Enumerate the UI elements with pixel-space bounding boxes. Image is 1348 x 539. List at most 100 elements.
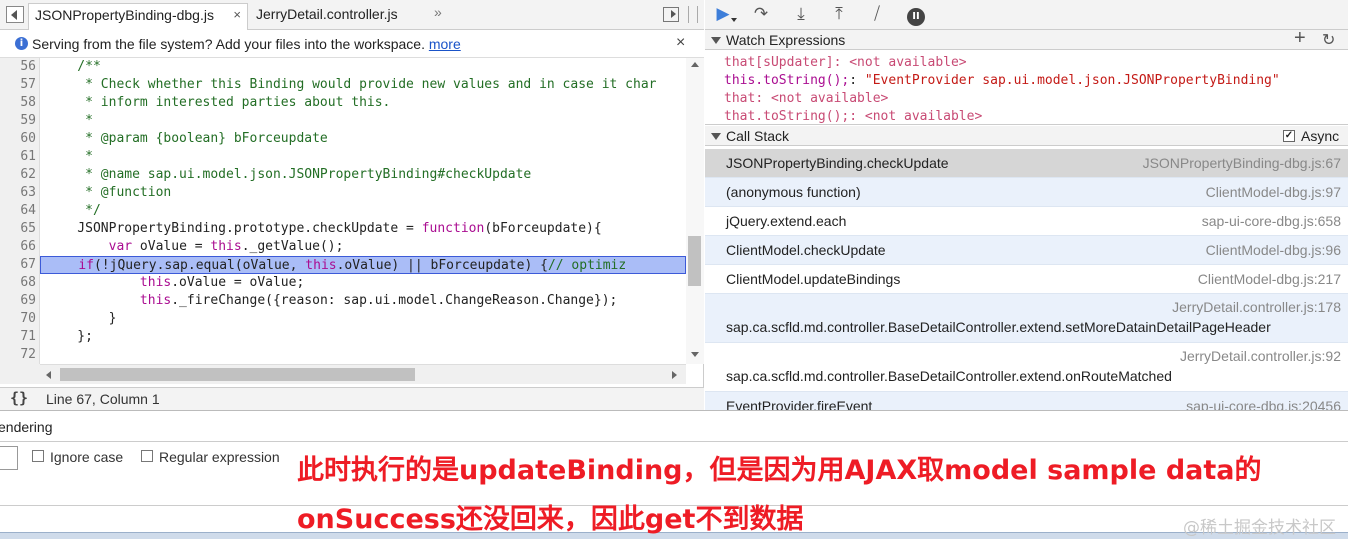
frame-source-link[interactable]: JerryDetail.controller.js:178 <box>1172 299 1341 315</box>
more-tabs-icon[interactable]: » <box>434 4 442 20</box>
code-line: }; <box>46 328 93 346</box>
line-number[interactable]: 67 <box>0 256 36 274</box>
watch-expression-row[interactable]: that[sUpdater]: <not available> <box>724 54 967 72</box>
call-stack-frame[interactable]: EventProvider.fireEvent sap-ui-core-dbg.j… <box>705 392 1348 410</box>
line-number[interactable]: 61 <box>0 148 36 166</box>
watch-expression-row[interactable]: that: <not available> <box>724 90 888 108</box>
line-number[interactable]: 66 <box>0 238 36 256</box>
watch-expressions-header[interactable]: Watch Expressions + ↻ <box>705 27 1348 50</box>
frame-source-link[interactable]: ClientModel-dbg.js:217 <box>1198 271 1341 287</box>
navigator-toggle-icon[interactable] <box>6 6 24 23</box>
code-token: * @name sap.ui.model.json.JSONPropertyBi… <box>46 167 532 182</box>
line-number-gutter[interactable]: 565758596061626364656667686970717273 <box>0 58 40 364</box>
code-token: .oValue = oValue; <box>171 275 305 290</box>
scroll-up-icon[interactable] <box>691 62 699 67</box>
call-stack-header[interactable]: Call Stack ✓ Async <box>705 126 1348 146</box>
frame-source-link[interactable]: sap-ui-core-dbg.js:658 <box>1202 213 1341 229</box>
async-checkbox[interactable]: ✓ <box>1283 130 1295 142</box>
code-token: /** <box>46 59 101 74</box>
close-icon[interactable]: × <box>676 34 685 52</box>
line-number[interactable]: 58 <box>0 94 36 112</box>
code-token: * inform interested parties about this. <box>46 95 391 110</box>
call-stack-frame[interactable]: ClientModel.checkUpdate ClientModel-dbg.j… <box>705 236 1348 265</box>
regex-label: Regular expression <box>159 449 280 465</box>
code-token: this <box>139 275 172 290</box>
add-watch-icon[interactable]: + <box>1294 27 1306 50</box>
frame-source-link[interactable]: ClientModel-dbg.js:97 <box>1206 184 1341 200</box>
gutter-filler <box>0 364 40 384</box>
pretty-print-icon[interactable]: {} <box>10 389 28 407</box>
line-number[interactable]: 71 <box>0 328 36 346</box>
call-stack-frame[interactable]: sap.ca.scfld.md.controller.BaseDetailCon… <box>705 343 1348 392</box>
expand-triangle-icon[interactable] <box>711 133 721 140</box>
call-stack-frame[interactable]: sap.ca.scfld.md.controller.BaseDetailCon… <box>705 294 1348 343</box>
regex-checkbox[interactable] <box>141 450 153 462</box>
tab-rendering[interactable]: endering <box>0 419 53 435</box>
frame-source-link[interactable]: JerryDetail.controller.js:92 <box>1180 348 1341 364</box>
call-stack-frame[interactable]: jQuery.extend.each sap-ui-core-dbg.js:658 <box>705 207 1348 236</box>
line-number[interactable]: 69 <box>0 292 36 310</box>
frame-source-link[interactable]: sap-ui-core-dbg.js:20456 <box>1186 398 1341 410</box>
scroll-thumb[interactable] <box>60 368 415 381</box>
editor-tab-bar: JSONPropertyBinding-dbg.js × JerryDetail… <box>0 0 704 30</box>
code-line: this._fireChange({reason: sap.ui.model.C… <box>46 292 617 310</box>
line-number[interactable]: 62 <box>0 166 36 184</box>
code-token: this <box>139 293 172 308</box>
tab-label: JerryDetail.controller.js <box>256 6 398 22</box>
watch-expression: that <box>724 91 756 106</box>
tab-jerrydetail-controller[interactable]: JerryDetail.controller.js <box>250 3 404 30</box>
expand-triangle-icon[interactable] <box>711 37 721 44</box>
line-number[interactable]: 63 <box>0 184 36 202</box>
line-number[interactable]: 65 <box>0 220 36 238</box>
panel-grip-icon[interactable] <box>688 6 698 23</box>
line-number[interactable]: 68 <box>0 274 36 292</box>
call-stack-frame[interactable]: JSONPropertyBinding.checkUpdate JSONPrope… <box>705 149 1348 178</box>
call-stack-frame[interactable]: ClientModel.updateBindings ClientModel-db… <box>705 265 1348 294</box>
scroll-down-icon[interactable] <box>691 352 699 357</box>
ignore-case-checkbox[interactable] <box>32 450 44 462</box>
refresh-icon[interactable]: ↻ <box>1322 30 1335 49</box>
frame-function-name: ClientModel.checkUpdate <box>726 242 886 258</box>
watch-expression-row[interactable]: that.toString();: <not available> <box>724 108 982 124</box>
line-number[interactable]: 60 <box>0 130 36 148</box>
scroll-thumb[interactable] <box>688 236 701 286</box>
horizontal-scrollbar[interactable] <box>40 364 686 384</box>
frame-source-link[interactable]: JSONPropertyBinding-dbg.js:67 <box>1143 155 1341 171</box>
line-number[interactable]: 70 <box>0 310 36 328</box>
code-line: JSONPropertyBinding.prototype.checkUpdat… <box>46 220 601 238</box>
frame-source-link[interactable]: ClientModel-dbg.js:96 <box>1206 242 1341 258</box>
line-number[interactable]: 72 <box>0 346 36 364</box>
deactivate-breakpoints-icon[interactable]: ⧸ <box>865 4 889 24</box>
call-stack-frame[interactable]: (anonymous function) ClientModel-dbg.js:9… <box>705 178 1348 207</box>
code-token: * @function <box>46 185 172 200</box>
resume-icon[interactable]: ▶ <box>711 4 737 24</box>
tab-jsonpropertybinding[interactable]: JSONPropertyBinding-dbg.js × <box>28 3 248 30</box>
code-token: * <box>46 149 93 164</box>
code-editor[interactable]: 565758596061626364656667686970717273 /**… <box>0 58 686 364</box>
step-out-icon[interactable]: ⤒ <box>827 4 851 24</box>
pause-on-exceptions-icon[interactable]: II <box>904 4 928 26</box>
call-stack-list: JSONPropertyBinding.checkUpdate JSONPrope… <box>705 147 1348 410</box>
scroll-left-icon[interactable] <box>46 371 51 379</box>
line-number[interactable]: 64 <box>0 202 36 220</box>
code-line: * @name sap.ui.model.json.JSONPropertyBi… <box>46 166 531 184</box>
infobar-more-link[interactable]: more <box>429 36 461 52</box>
search-input[interactable] <box>0 446 18 470</box>
code-line: var oValue = this._getValue(); <box>46 238 344 256</box>
vertical-scrollbar[interactable] <box>686 58 704 364</box>
toggle-debugger-sidebar-icon[interactable] <box>663 7 679 22</box>
tab-label: JSONPropertyBinding-dbg.js <box>35 7 214 23</box>
scroll-right-icon[interactable] <box>672 371 677 379</box>
line-number[interactable]: 59 <box>0 112 36 130</box>
frame-function-name: jQuery.extend.each <box>726 213 847 229</box>
line-number[interactable]: 56 <box>0 58 36 76</box>
tab-close-icon[interactable]: × <box>233 7 241 22</box>
step-into-icon[interactable]: ⤓ <box>789 4 813 24</box>
watch-expression-row[interactable]: this.toString();: "EventProvider sap.ui.… <box>724 72 1280 90</box>
line-number[interactable]: 57 <box>0 76 36 94</box>
code-token: this <box>210 239 242 254</box>
step-over-icon[interactable]: ↷ <box>749 4 773 24</box>
